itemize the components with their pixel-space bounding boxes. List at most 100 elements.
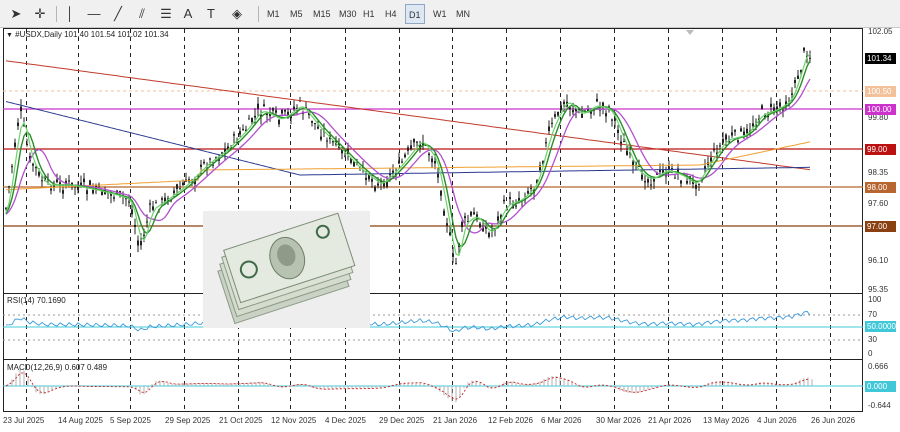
date-label: 12 Nov 2025 <box>271 416 317 425</box>
candle-body <box>11 166 13 168</box>
candle-body <box>62 190 64 194</box>
candle-body <box>344 155 346 157</box>
candle-body <box>473 212 475 215</box>
candle-body <box>464 216 466 219</box>
candle-body <box>743 131 745 136</box>
candle-body <box>803 47 805 51</box>
candle-body <box>761 105 763 110</box>
toolbar-separator <box>258 6 259 22</box>
candle-body <box>620 141 622 146</box>
candle-body <box>89 180 91 186</box>
date-label: 29 Sep 2025 <box>165 416 211 425</box>
candle-body <box>284 109 286 112</box>
candle-body <box>365 177 367 180</box>
candle-body <box>479 223 481 228</box>
candle-body <box>242 128 244 130</box>
candle-body <box>278 119 280 125</box>
horizontal-line-icon[interactable]: — <box>84 4 104 24</box>
candle-body <box>101 191 103 196</box>
chart-canvas[interactable] <box>0 28 900 432</box>
candle-body <box>551 122 553 124</box>
candle-body <box>20 106 22 112</box>
candle-body <box>779 102 781 107</box>
candle-body <box>641 174 643 180</box>
candle-body <box>14 142 16 147</box>
candle-body <box>797 75 799 79</box>
candle-body <box>314 123 316 125</box>
candle-body <box>251 118 253 123</box>
candle-body <box>179 188 181 190</box>
current-price-tag: 101.34 <box>865 53 896 64</box>
candle-body <box>140 241 142 246</box>
candle-body <box>161 198 163 200</box>
candle-body <box>488 232 490 238</box>
candle-body <box>377 183 379 186</box>
timeframe-h4[interactable]: H4 <box>382 4 400 24</box>
ma-purple-line <box>5 78 811 234</box>
candle-body <box>674 177 676 179</box>
timeframe-m30[interactable]: M30 <box>336 4 360 24</box>
candle-body <box>623 141 625 143</box>
candle-body <box>152 206 154 210</box>
text-label-icon[interactable]: T <box>201 4 221 24</box>
candle-body <box>737 140 739 143</box>
timeframe-mn[interactable]: MN <box>453 4 473 24</box>
candle-body <box>746 128 748 134</box>
candle-body <box>146 221 148 223</box>
candle-body <box>326 140 328 142</box>
timeframe-m5[interactable]: M5 <box>287 4 306 24</box>
level-tag-100.00: 100.00 <box>865 104 896 115</box>
candle-body <box>449 232 451 236</box>
candle-body <box>200 164 202 167</box>
collapse-arrow-icon[interactable]: ▼ <box>6 32 13 39</box>
candle-body <box>455 263 457 265</box>
timeframe-m1[interactable]: M1 <box>264 4 283 24</box>
toolbar-separator <box>56 6 57 22</box>
vertical-line-icon[interactable]: │ <box>60 4 80 24</box>
price-axis-label: 102.05 <box>868 27 893 36</box>
candle-body <box>317 126 319 129</box>
candle-body <box>41 180 43 182</box>
date-label: 4 Jun 2026 <box>757 416 797 425</box>
level-tag-98.00: 98.00 <box>865 182 896 193</box>
rsi-axis-label: 0 <box>868 349 873 358</box>
candle-body <box>17 122 19 127</box>
rsi-line <box>5 310 811 332</box>
trendline-icon[interactable]: ╱ <box>108 4 128 24</box>
candle-body <box>560 105 562 110</box>
timeframe-d1[interactable]: D1 <box>405 4 425 24</box>
crosshair-icon[interactable]: ✛ <box>30 4 50 24</box>
candle-body <box>134 224 136 227</box>
candle-body <box>644 181 646 183</box>
fibonacci-icon[interactable]: ☰ <box>156 4 176 24</box>
candle-body <box>26 144 28 146</box>
candle-body <box>581 113 583 118</box>
chart-area[interactable]: ▼ #USDX,Daily 101.40 101.54 101.02 101.3… <box>0 28 900 432</box>
shapes-icon[interactable]: ◈ <box>227 4 247 24</box>
candle-body <box>545 142 547 144</box>
timeframe-m15[interactable]: M15 <box>310 4 334 24</box>
equidistant-channel-icon[interactable]: ⫽ <box>132 4 152 24</box>
candle-body <box>398 160 400 164</box>
candle-body <box>752 123 754 127</box>
candle-body <box>509 196 511 200</box>
candle-body <box>392 170 394 173</box>
macd-pane-title: MACD(12,26,9) 0.607 0.489 <box>7 363 108 372</box>
candle-body <box>374 186 376 191</box>
candle-body <box>113 197 115 199</box>
candle-body <box>401 161 403 163</box>
candle-body <box>611 119 613 121</box>
candle-body <box>554 114 556 117</box>
rsi-level-tag: 50.0000 <box>865 321 896 332</box>
candle-body <box>794 80 796 84</box>
candle-body <box>386 181 388 187</box>
timeframe-w1[interactable]: W1 <box>430 4 450 24</box>
text-icon[interactable]: A <box>178 4 198 24</box>
timeframe-h1[interactable]: H1 <box>360 4 378 24</box>
price-axis-label: 97.60 <box>868 199 889 208</box>
cursor-arrow-icon[interactable]: ➤ <box>6 4 26 24</box>
candle-body <box>68 180 70 182</box>
candle-body <box>710 157 712 162</box>
macd-axis-label: -0.644 <box>868 401 891 410</box>
candle-body <box>596 98 598 102</box>
